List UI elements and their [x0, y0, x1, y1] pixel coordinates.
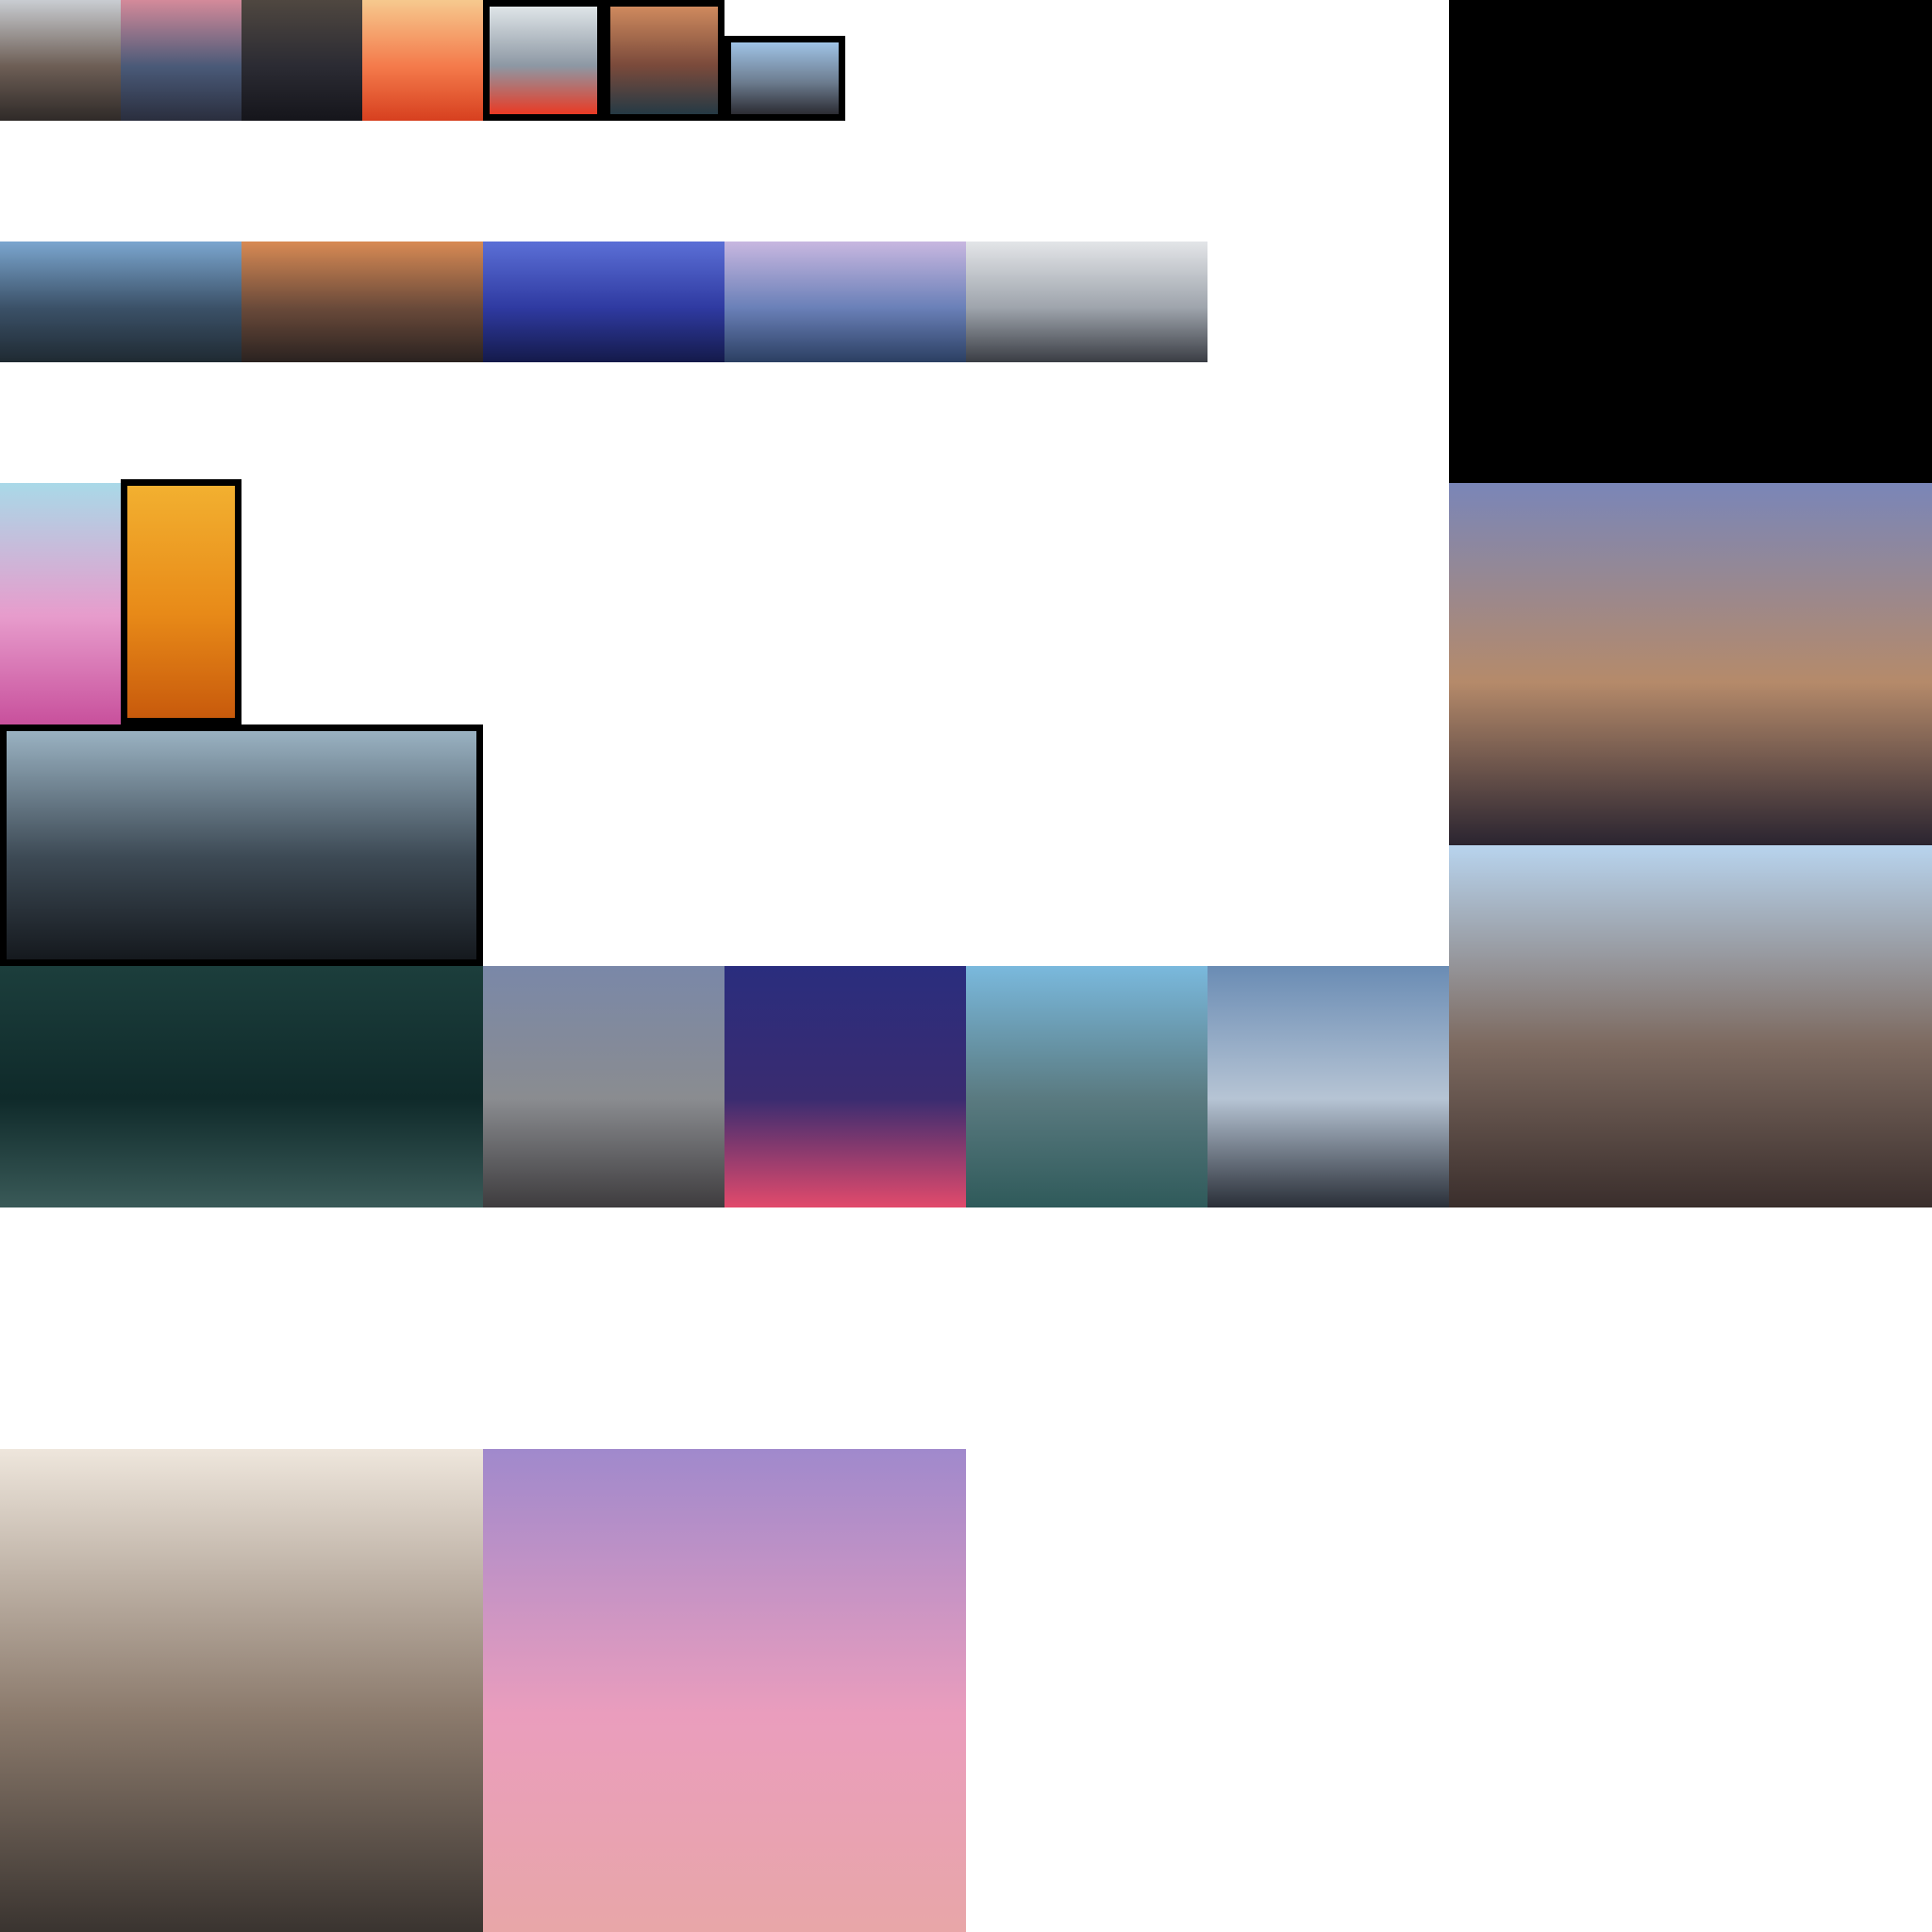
el-capitan-wallpaper[interactable] — [604, 0, 724, 121]
manhattan-street-photo[interactable] — [0, 0, 121, 121]
empire-state-foggy-photo[interactable] — [966, 242, 1208, 362]
orange-hills-wallpaper[interactable] — [362, 0, 483, 121]
sunset-over-city-photo[interactable] — [242, 242, 483, 362]
city-sunset-buildings-photo[interactable] — [121, 0, 242, 121]
pink-sunset-waterfront-photo[interactable] — [483, 1449, 966, 1932]
empire-state-daylight-photo[interactable] — [1208, 966, 1449, 1208]
manhattan-bridge-photo[interactable] — [724, 36, 845, 121]
black-panel — [1449, 0, 1932, 483]
midtown-hazy-photo[interactable] — [0, 1449, 483, 1932]
night-skyline-river-photo[interactable] — [724, 966, 966, 1208]
central-park-skyline-photo[interactable] — [1449, 483, 1932, 845]
seattle-space-needle-photo[interactable] — [483, 242, 724, 362]
brooklyn-bridge-walkway-photo[interactable] — [1449, 845, 1932, 1208]
cloudy-manhattan-photo[interactable] — [483, 966, 724, 1208]
edinburgh-skyline-photo[interactable] — [0, 242, 242, 362]
lower-manhattan-aerial-photo[interactable] — [966, 966, 1208, 1208]
empire-state-night-green-photo[interactable] — [0, 966, 483, 1208]
dusk-skyline-photo[interactable] — [242, 0, 362, 121]
grey-mountains-red-field-wallpaper[interactable] — [483, 0, 604, 121]
one-world-trade-aerial-photo[interactable] — [724, 242, 966, 362]
orange-ink-wallpaper[interactable] — [121, 479, 242, 724]
pink-abstract-wallpaper[interactable] — [0, 483, 121, 724]
empire-state-dusk-photo[interactable] — [0, 724, 483, 966]
